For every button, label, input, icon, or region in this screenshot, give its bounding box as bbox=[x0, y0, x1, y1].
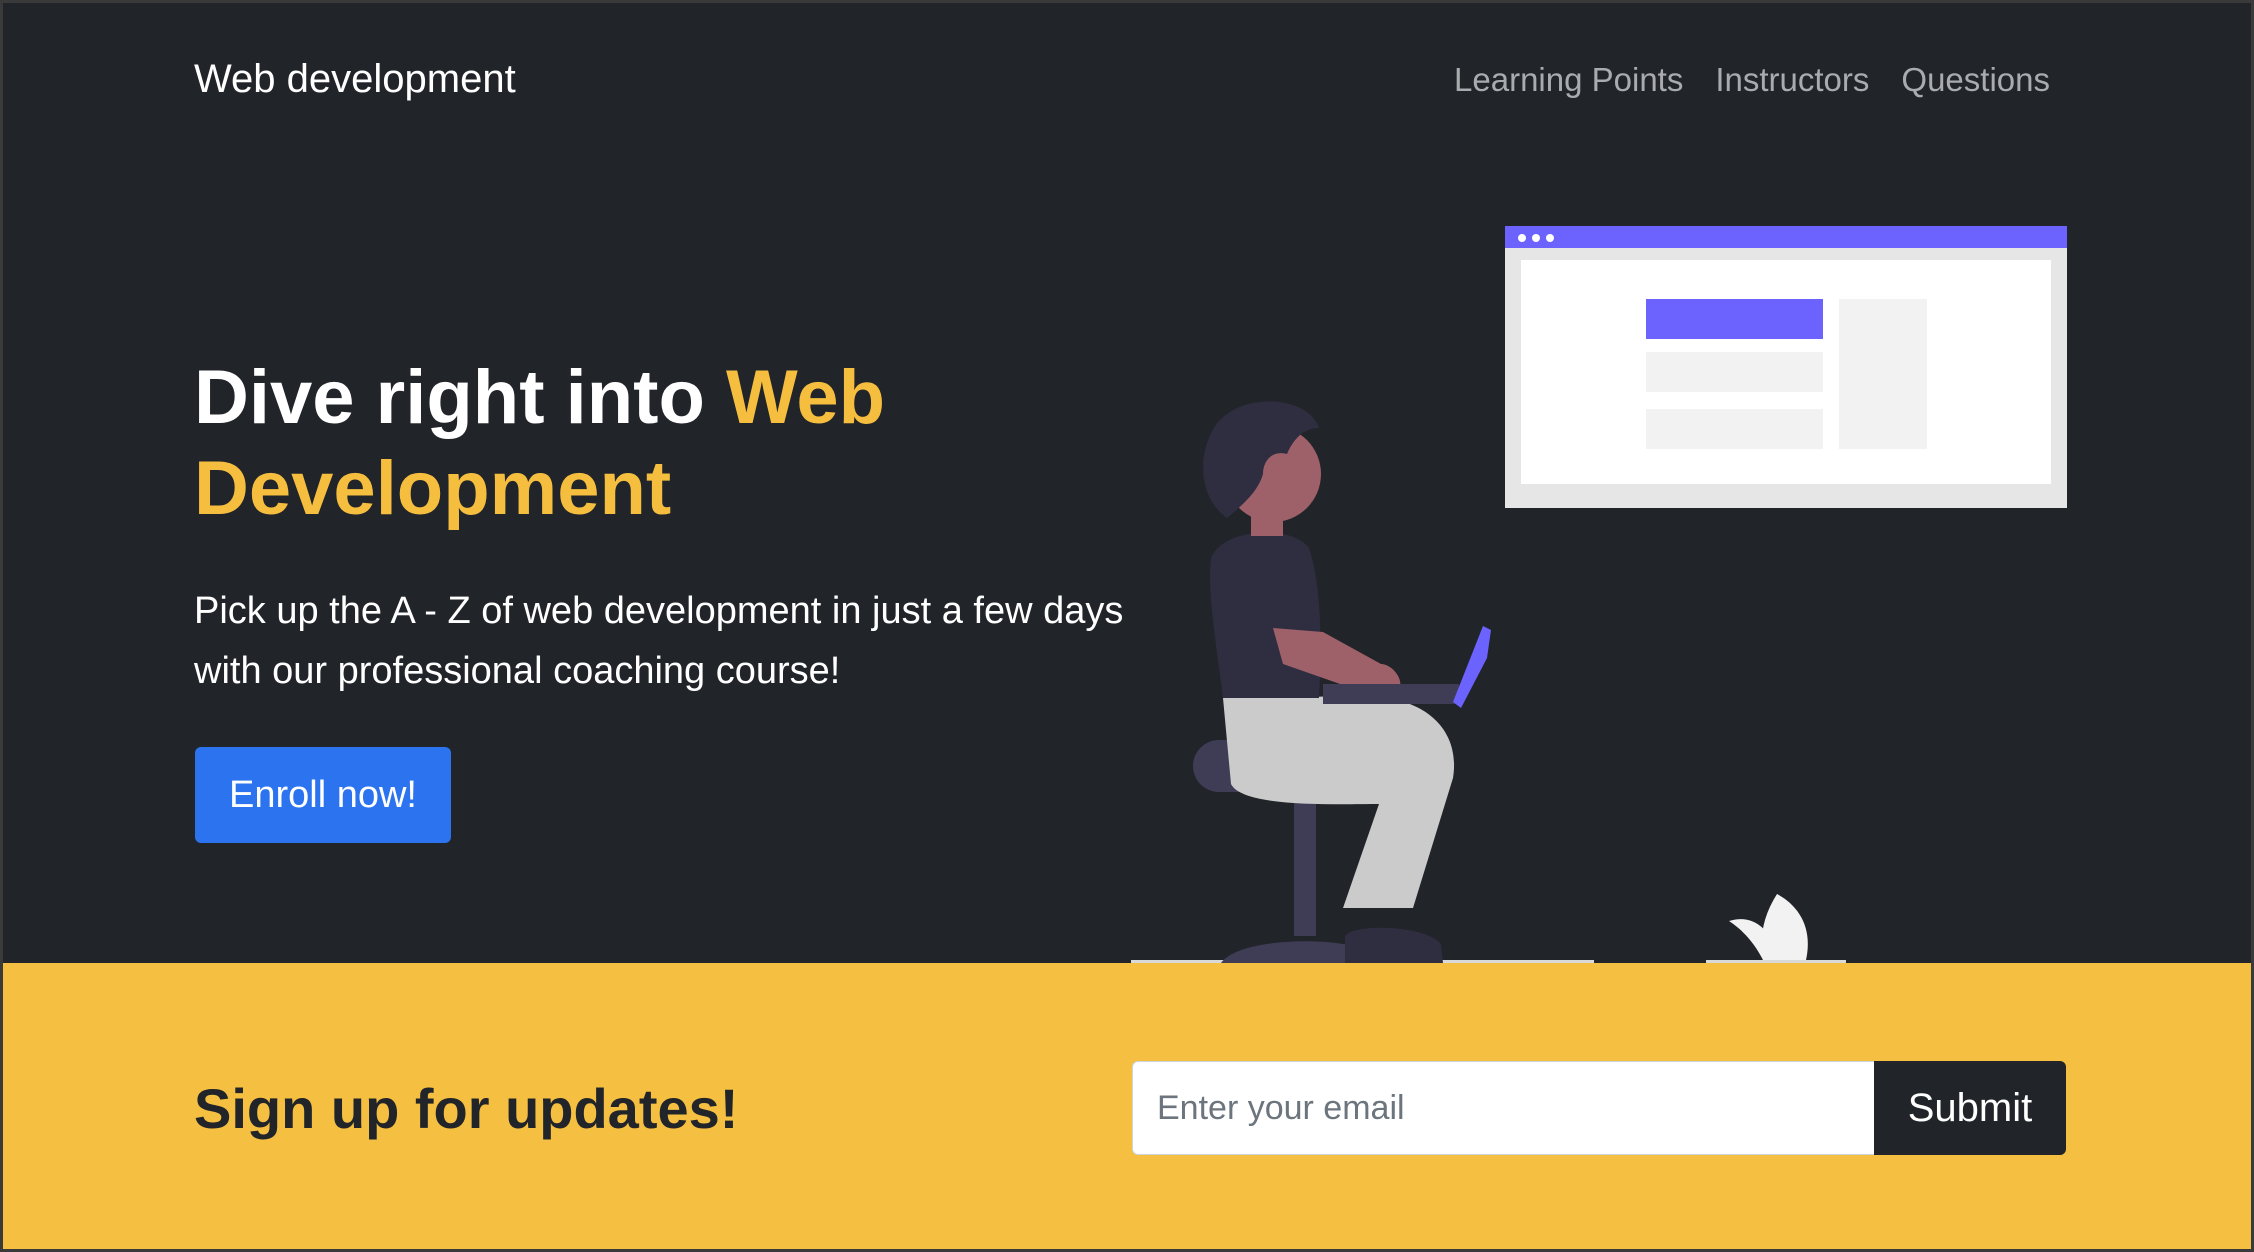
page: Web development Learning Points Instruct… bbox=[0, 0, 2254, 1252]
signup-title: Sign up for updates! bbox=[194, 1077, 739, 1140]
email-input[interactable] bbox=[1132, 1061, 1874, 1155]
hero-description: Pick up the A - Z of web development in … bbox=[194, 590, 1124, 692]
nav-link-questions[interactable]: Questions bbox=[1901, 63, 2050, 96]
nav-bar: Learning Points Instructors Questions bbox=[1454, 63, 2050, 96]
hero-section: Web development Learning Points Instruct… bbox=[3, 3, 2251, 963]
hero-title-lead: Dive right into bbox=[194, 355, 726, 440]
enroll-button[interactable]: Enroll now! bbox=[195, 747, 451, 843]
browser-window-illustration bbox=[1505, 226, 2067, 508]
submit-button[interactable]: Submit bbox=[1874, 1061, 2066, 1155]
signup-form: Submit bbox=[1132, 1061, 2066, 1155]
nav-link-instructors[interactable]: Instructors bbox=[1715, 63, 1869, 96]
hero-title: Dive right into Web Development bbox=[194, 352, 954, 534]
brand-link[interactable]: Web development bbox=[194, 59, 516, 99]
person-with-laptop-illustration bbox=[1131, 226, 2067, 963]
nav-link-learning-points[interactable]: Learning Points bbox=[1454, 63, 1683, 96]
